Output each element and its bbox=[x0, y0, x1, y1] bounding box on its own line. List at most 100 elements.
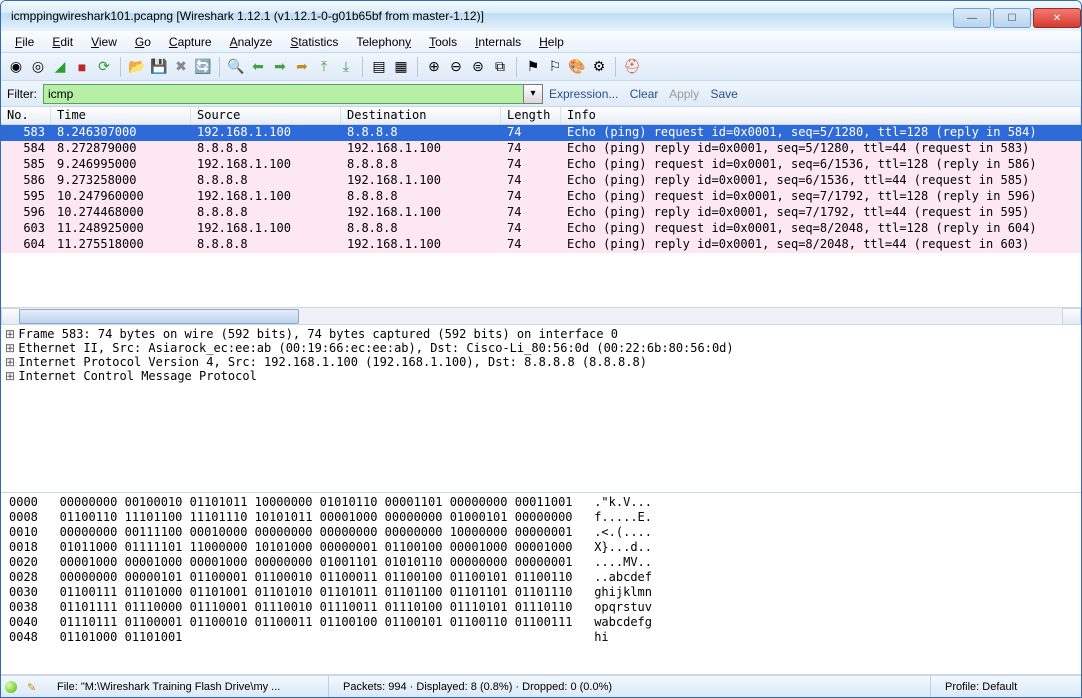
packet-row[interactable]: 5859.246995000192.168.1.1008.8.8.874Echo… bbox=[1, 157, 1081, 173]
window-title: icmppingwireshark101.pcapng [Wireshark 1… bbox=[11, 9, 951, 23]
go-forward-icon[interactable]: ➡ bbox=[271, 58, 289, 76]
go-first-icon[interactable]: ⤒ bbox=[315, 58, 333, 76]
packet-row[interactable]: 5838.246307000192.168.1.1008.8.8.874Echo… bbox=[1, 125, 1081, 141]
menu-statistics[interactable]: Statistics bbox=[282, 33, 346, 51]
packet-row[interactable]: 5869.2732580008.8.8.8192.168.1.10074Echo… bbox=[1, 173, 1081, 189]
titlebar[interactable]: icmppingwireshark101.pcapng [Wireshark 1… bbox=[1, 1, 1081, 31]
col-info[interactable]: Info bbox=[561, 107, 1081, 124]
hex-line[interactable]: 0010 00000000 00111100 00010000 00000000… bbox=[9, 525, 1073, 540]
filter-toolbar: Filter: ▾ Expression... Clear Apply Save bbox=[1, 81, 1081, 107]
find-icon[interactable]: 🔍 bbox=[227, 58, 245, 76]
colorize-icon[interactable]: ▤ bbox=[370, 58, 388, 76]
col-no[interactable]: No. bbox=[1, 107, 51, 124]
save-icon[interactable]: 💾 bbox=[150, 58, 168, 76]
resize-columns-icon[interactable]: ⧉ bbox=[491, 58, 509, 76]
packet-row[interactable]: 5848.2728790008.8.8.8192.168.1.10074Echo… bbox=[1, 141, 1081, 157]
autoscroll-icon[interactable]: ▦ bbox=[392, 58, 410, 76]
hex-line[interactable]: 0028 00000000 00000101 01100001 01100010… bbox=[9, 570, 1073, 585]
hex-line[interactable]: 0038 01101111 01110000 01110001 01110010… bbox=[9, 600, 1073, 615]
preferences-icon[interactable]: ⚙ bbox=[590, 58, 608, 76]
go-back-icon[interactable]: ⬅ bbox=[249, 58, 267, 76]
menu-capture[interactable]: Capture bbox=[161, 33, 220, 51]
expert-info-icon[interactable] bbox=[5, 681, 17, 693]
reload-icon[interactable]: 🔄 bbox=[194, 58, 212, 76]
menu-analyze[interactable]: Analyze bbox=[222, 33, 281, 51]
display-filters-icon[interactable]: ⚐ bbox=[546, 58, 564, 76]
col-source[interactable]: Source bbox=[191, 107, 341, 124]
detail-tree-item[interactable]: Ethernet II, Src: Asiarock_ec:ee:ab (00:… bbox=[5, 341, 1077, 355]
packet-row[interactable]: 59610.2744680008.8.8.8192.168.1.10074Ech… bbox=[1, 205, 1081, 221]
filter-links: Expression... Clear Apply Save bbox=[549, 87, 746, 101]
statusbar: ✎ File: "M:\Wireshark Training Flash Dri… bbox=[1, 675, 1081, 697]
close-file-icon[interactable]: ✖ bbox=[172, 58, 190, 76]
toolbar-separator bbox=[120, 57, 121, 77]
zoom-in-icon[interactable]: ⊕ bbox=[425, 58, 443, 76]
go-to-icon[interactable]: ➦ bbox=[293, 58, 311, 76]
options-icon[interactable]: ◎ bbox=[29, 58, 47, 76]
menu-help[interactable]: Help bbox=[531, 33, 572, 51]
clear-link[interactable]: Clear bbox=[630, 87, 659, 101]
col-time[interactable]: Time bbox=[51, 107, 191, 124]
col-destination[interactable]: Destination bbox=[341, 107, 501, 124]
scrollbar-thumb[interactable] bbox=[19, 309, 299, 324]
open-icon[interactable]: 📂 bbox=[128, 58, 146, 76]
packet-list-hscroll[interactable] bbox=[1, 307, 1081, 324]
detail-tree-item[interactable]: Internet Protocol Version 4, Src: 192.16… bbox=[5, 355, 1077, 369]
filter-dropdown-button[interactable]: ▾ bbox=[523, 84, 543, 104]
hex-line[interactable]: 0018 01011000 01111101 11000000 10101000… bbox=[9, 540, 1073, 555]
help-icon[interactable]: ⛑ bbox=[623, 58, 641, 76]
minimize-button[interactable]: — bbox=[953, 8, 991, 28]
capture-filters-icon[interactable]: ⚑ bbox=[524, 58, 542, 76]
menu-edit[interactable]: Edit bbox=[44, 33, 81, 51]
toolbar-separator bbox=[417, 57, 418, 77]
menubar: File Edit View Go Capture Analyze Statis… bbox=[1, 31, 1081, 53]
hex-line[interactable]: 0000 00000000 00100010 01101011 10000000… bbox=[9, 495, 1073, 510]
menu-go[interactable]: Go bbox=[127, 33, 159, 51]
hex-line[interactable]: 0008 01100110 11101100 11101110 10101011… bbox=[9, 510, 1073, 525]
main-toolbar: ◉ ◎ ◢ ■ ⟳ 📂 💾 ✖ 🔄 🔍 ⬅ ➡ ➦ ⤒ ⤓ ▤ ▦ ⊕ ⊖ ⊜ … bbox=[1, 53, 1081, 81]
zoom-reset-icon[interactable]: ⊜ bbox=[469, 58, 487, 76]
toolbar-separator bbox=[516, 57, 517, 77]
hex-line[interactable]: 0048 01101000 01101001 hi bbox=[9, 630, 1073, 645]
col-length[interactable]: Length bbox=[501, 107, 561, 124]
menu-view[interactable]: View bbox=[83, 33, 125, 51]
filter-combo: ▾ bbox=[43, 84, 543, 104]
menu-file[interactable]: File bbox=[7, 33, 42, 51]
stop-capture-icon[interactable]: ■ bbox=[73, 58, 91, 76]
hex-line[interactable]: 0040 01110111 01100001 01100010 01100011… bbox=[9, 615, 1073, 630]
start-capture-icon[interactable]: ◢ bbox=[51, 58, 69, 76]
expression-link[interactable]: Expression... bbox=[549, 87, 618, 101]
go-last-icon[interactable]: ⤓ bbox=[337, 58, 355, 76]
packet-row[interactable]: 60411.2755180008.8.8.8192.168.1.10074Ech… bbox=[1, 237, 1081, 253]
packet-row[interactable]: 59510.247960000192.168.1.1008.8.8.874Ech… bbox=[1, 189, 1081, 205]
save-link[interactable]: Save bbox=[710, 87, 737, 101]
window-controls: — ☐ ✕ bbox=[951, 4, 1081, 28]
packet-details-pane[interactable]: Frame 583: 74 bytes on wire (592 bits), … bbox=[1, 325, 1081, 493]
menu-telephony[interactable]: Telephony bbox=[348, 33, 419, 51]
coloring-rules-icon[interactable]: 🎨 bbox=[568, 58, 586, 76]
zoom-out-icon[interactable]: ⊖ bbox=[447, 58, 465, 76]
menu-internals[interactable]: Internals bbox=[467, 33, 529, 51]
packet-bytes-pane[interactable]: 0000 00000000 00100010 01101011 10000000… bbox=[1, 493, 1081, 675]
restart-capture-icon[interactable]: ⟳ bbox=[95, 58, 113, 76]
filter-label: Filter: bbox=[7, 87, 37, 101]
packet-row[interactable]: 60311.248925000192.168.1.1008.8.8.874Ech… bbox=[1, 221, 1081, 237]
apply-link[interactable]: Apply bbox=[669, 87, 699, 101]
status-profile[interactable]: Profile: Default bbox=[937, 676, 1077, 697]
maximize-button[interactable]: ☐ bbox=[993, 8, 1031, 28]
detail-tree-item[interactable]: Frame 583: 74 bytes on wire (592 bits), … bbox=[5, 327, 1077, 341]
packet-list-header[interactable]: No. Time Source Destination Length Info bbox=[1, 107, 1081, 125]
toolbar-separator bbox=[615, 57, 616, 77]
interfaces-icon[interactable]: ◉ bbox=[7, 58, 25, 76]
detail-tree-item[interactable]: Internet Control Message Protocol bbox=[5, 369, 1077, 383]
menu-tools[interactable]: Tools bbox=[421, 33, 465, 51]
hex-line[interactable]: 0030 01100111 01101000 01101001 01101010… bbox=[9, 585, 1073, 600]
close-button[interactable]: ✕ bbox=[1033, 8, 1081, 28]
edit-capture-comment-icon[interactable]: ✎ bbox=[27, 681, 39, 693]
hex-line[interactable]: 0020 00001000 00001000 00001000 00000000… bbox=[9, 555, 1073, 570]
filter-input[interactable] bbox=[43, 84, 523, 104]
toolbar-separator bbox=[362, 57, 363, 77]
packet-list-body[interactable]: 5838.246307000192.168.1.1008.8.8.874Echo… bbox=[1, 125, 1081, 307]
app-window: icmppingwireshark101.pcapng [Wireshark 1… bbox=[0, 0, 1082, 698]
status-file: File: "M:\Wireshark Training Flash Drive… bbox=[49, 676, 329, 697]
